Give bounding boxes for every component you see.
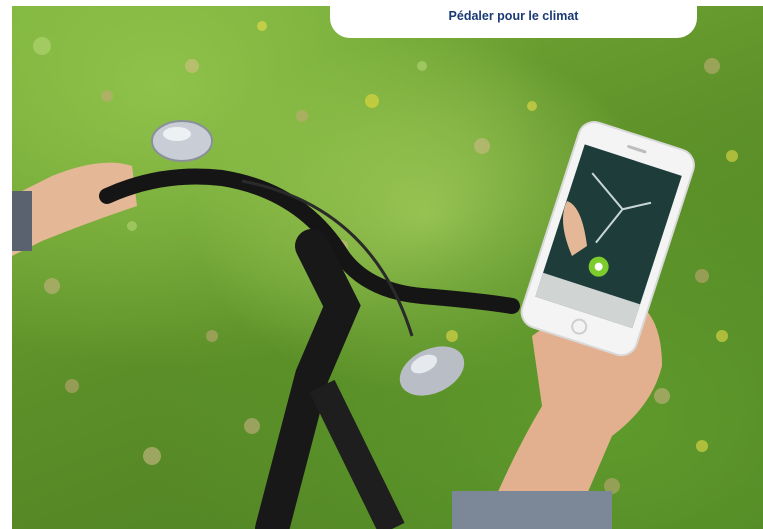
bicycle-bell-icon	[151, 120, 213, 162]
caption-text: Pédaler pour le climat	[448, 9, 579, 23]
smartphone-icon	[520, 121, 695, 357]
photo-frame	[12, 6, 763, 529]
left-sleeve	[12, 191, 32, 251]
caption-banner: Pédaler pour le climat	[330, 0, 697, 38]
bike-headlight	[399, 346, 465, 396]
right-sleeve	[452, 491, 612, 529]
bike-down-tube	[309, 379, 405, 529]
bike-photo	[12, 21, 738, 529]
